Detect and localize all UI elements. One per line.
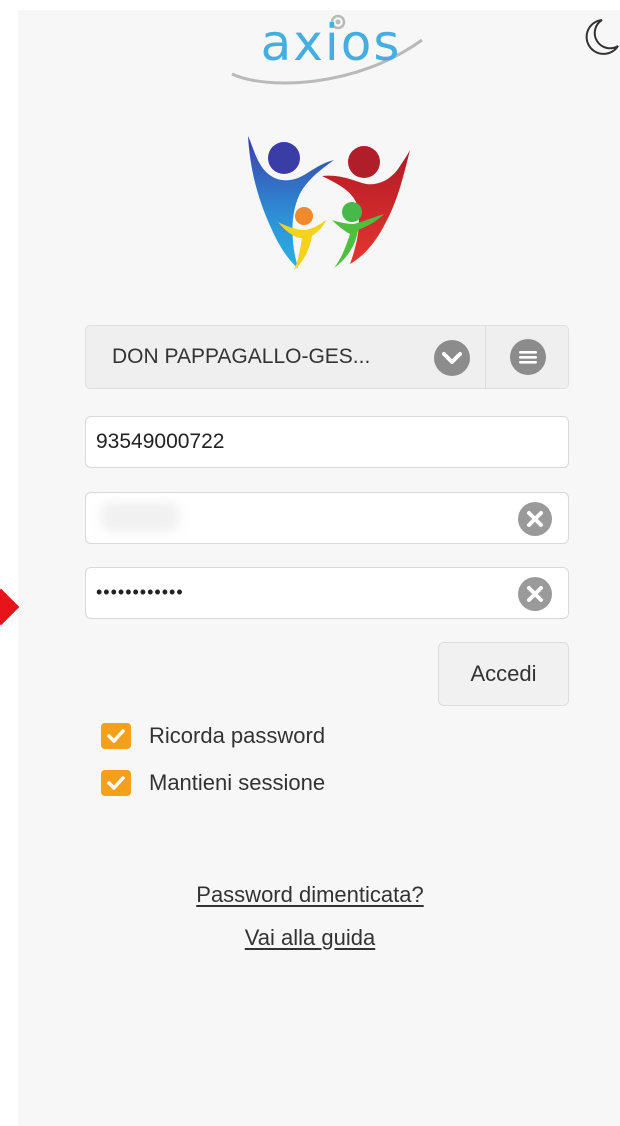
forgot-password-link[interactable]: Password dimenticata?	[196, 882, 423, 907]
clear-password-icon[interactable]	[518, 577, 552, 611]
checkbox-checked-icon[interactable]	[101, 723, 131, 749]
forgot-password-row: Password dimenticata?	[0, 882, 620, 908]
moon-icon[interactable]	[576, 14, 620, 60]
login-button[interactable]: Accedi	[438, 642, 569, 706]
family-logo-icon	[248, 136, 410, 270]
remember-password-label: Ricorda password	[149, 723, 326, 748]
school-menu-button[interactable]	[486, 326, 569, 388]
guide-row: Vai alla guida	[0, 925, 620, 951]
hamburger-menu-icon	[510, 339, 546, 375]
customer-code-field-wrapper	[85, 416, 569, 468]
password-field-wrapper	[85, 567, 569, 619]
username-input[interactable]	[96, 493, 506, 542]
clear-username-icon[interactable]	[518, 502, 552, 536]
guide-link[interactable]: Vai alla guida	[245, 925, 375, 950]
school-selected-name: DON PAPPAGALLO-GES...	[112, 345, 371, 368]
keep-session-label: Mantieni sessione	[149, 770, 326, 795]
customer-code-input[interactable]	[96, 417, 506, 466]
password-input[interactable]	[96, 568, 506, 617]
username-field-wrapper	[85, 492, 569, 544]
checkbox-checked-icon[interactable]	[101, 770, 131, 796]
school-selector[interactable]: DON PAPPAGALLO-GES...	[85, 325, 569, 389]
pointer-arrow-icon	[0, 588, 20, 626]
chevron-down-icon[interactable]	[434, 340, 470, 376]
brand-logo-text: axios	[260, 14, 402, 72]
